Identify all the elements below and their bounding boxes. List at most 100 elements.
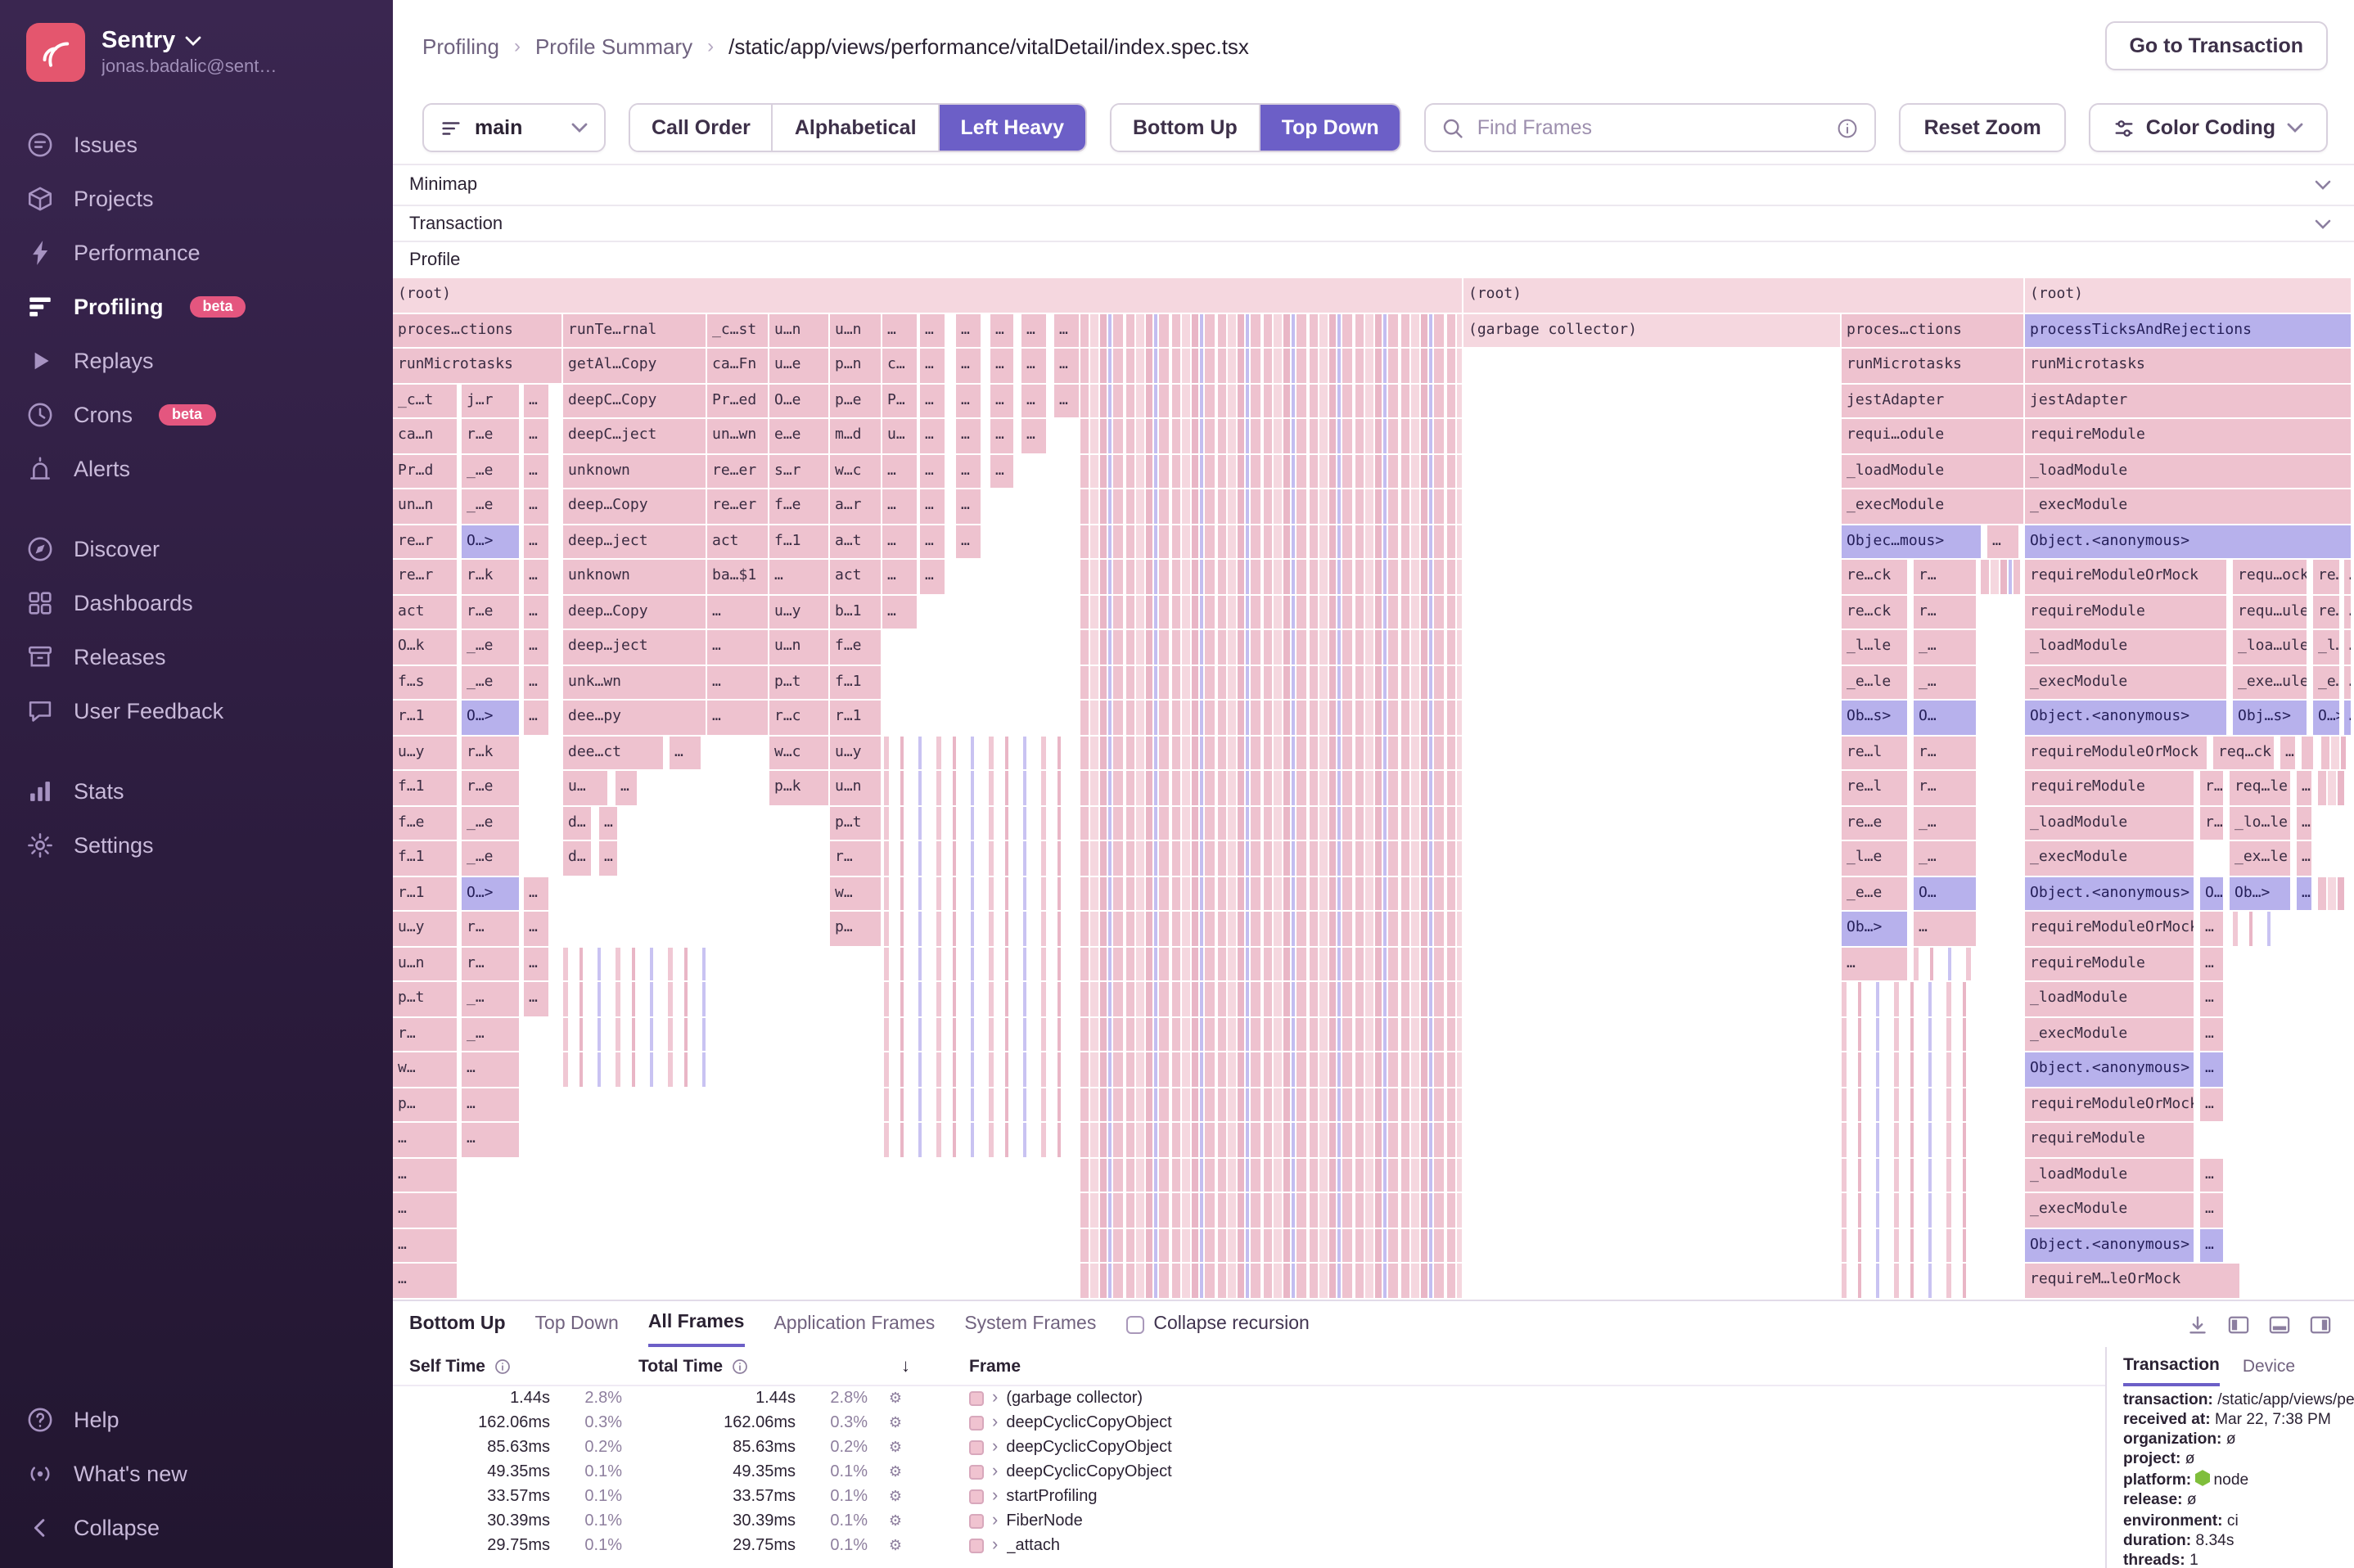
- flame-frame[interactable]: Pr…ed: [707, 384, 769, 418]
- flame-frame[interactable]: Object.<anonymous>: [2025, 1052, 2195, 1087]
- flame-frame[interactable]: requ…ule: [2233, 595, 2308, 629]
- top-down-button[interactable]: Top Down: [1260, 105, 1400, 151]
- flame-frame[interactable]: …: [2200, 1017, 2225, 1052]
- flame-frames-cluster[interactable]: [2321, 736, 2347, 770]
- flame-frame[interactable]: e…e: [769, 419, 830, 453]
- flame-frames-cluster[interactable]: [884, 736, 1077, 770]
- flame-frames-cluster[interactable]: [1080, 419, 1463, 453]
- thread-select[interactable]: main: [422, 103, 606, 152]
- flame-frame[interactable]: …: [1021, 313, 1048, 348]
- expand-icon[interactable]: ›: [992, 1512, 998, 1530]
- flame-frame[interactable]: …: [599, 841, 619, 876]
- flame-frames-cluster[interactable]: [884, 982, 1077, 1016]
- flame-frame[interactable]: deepC…Copy: [563, 384, 707, 418]
- bottom-up-button[interactable]: Bottom Up: [1112, 105, 1260, 151]
- flame-frame[interactable]: f…s: [393, 665, 458, 700]
- flame-frame[interactable]: f…1: [393, 771, 458, 805]
- flame-frame[interactable]: re…k: [2313, 560, 2341, 594]
- flame-frames-cluster[interactable]: [1080, 349, 1463, 383]
- column-frame[interactable]: Frame: [949, 1356, 2105, 1376]
- flame-frame[interactable]: re…ck: [1842, 560, 1909, 594]
- tab-system-frames[interactable]: System Frames: [964, 1301, 1096, 1347]
- frame-settings-icon[interactable]: ⚙: [868, 1390, 923, 1408]
- flame-frame[interactable]: requireModuleOrMock: [2025, 912, 2195, 946]
- flame-frame[interactable]: requireModuleOrMock: [2025, 560, 2228, 594]
- color-coding-button[interactable]: Color Coding: [2088, 103, 2328, 152]
- flame-frame[interactable]: p…n: [830, 349, 882, 383]
- flame-frame[interactable]: dee…ct: [563, 736, 665, 770]
- flame-frame[interactable]: deep…ject: [563, 525, 707, 559]
- flame-frame[interactable]: u…n: [769, 313, 830, 348]
- flame-frame[interactable]: w…c: [769, 736, 830, 770]
- sidebar-item-help[interactable]: Help: [0, 1393, 393, 1447]
- flame-frame[interactable]: …: [882, 313, 918, 348]
- flame-frames-cluster[interactable]: [1842, 1158, 1973, 1192]
- call-order-button[interactable]: Call Order: [630, 105, 773, 151]
- flame-frame[interactable]: un…n: [393, 489, 458, 524]
- expand-icon[interactable]: ›: [992, 1462, 998, 1481]
- flame-frame[interactable]: getAl…Copy: [563, 349, 707, 383]
- dock-right-icon[interactable]: [2310, 1313, 2331, 1335]
- flame-frames-cluster[interactable]: [1080, 736, 1463, 770]
- flame-frame[interactable]: …: [616, 771, 638, 805]
- go-to-transaction-button[interactable]: Go to Transaction: [2104, 21, 2328, 70]
- flame-frame[interactable]: requireM…leOrMock: [2025, 1264, 2241, 1298]
- flame-frames-cluster[interactable]: [1080, 489, 1463, 524]
- flame-frame[interactable]: u…n: [769, 630, 830, 665]
- flame-frame[interactable]: O…k: [393, 630, 458, 665]
- flame-frames-cluster[interactable]: [563, 947, 710, 981]
- flame-frame[interactable]: …: [956, 313, 982, 348]
- flame-frame[interactable]: re…er: [707, 489, 769, 524]
- flame-frames-cluster[interactable]: [1080, 1088, 1463, 1122]
- flame-frames-cluster[interactable]: [1080, 1017, 1463, 1052]
- flame-frames-cluster[interactable]: [1842, 1264, 1973, 1298]
- flame-frame[interactable]: f…e: [769, 489, 830, 524]
- flame-frame[interactable]: …: [990, 454, 1015, 489]
- flame-frame[interactable]: jestAdapter: [2025, 384, 2352, 418]
- flame-frame[interactable]: _…: [1914, 806, 1977, 840]
- flame-frame[interactable]: …: [956, 349, 982, 383]
- flame-frame[interactable]: …: [956, 384, 982, 418]
- flame-frame[interactable]: re…e: [2313, 595, 2341, 629]
- flame-frame[interactable]: u…n: [393, 947, 458, 981]
- sidebar-item-settings[interactable]: Settings: [0, 818, 393, 872]
- flame-frame[interactable]: Obj…s>: [2233, 701, 2308, 735]
- flame-frame[interactable]: u…y: [393, 736, 458, 770]
- flame-frame[interactable]: …: [1987, 525, 2020, 559]
- flame-frame[interactable]: …: [2344, 665, 2352, 700]
- flame-frames-cluster[interactable]: [1080, 630, 1463, 665]
- left-heavy-button[interactable]: Left Heavy: [939, 105, 1085, 151]
- flame-frame[interactable]: Object.<anonymous>: [2025, 1228, 2195, 1263]
- flame-frame[interactable]: r…e: [462, 771, 521, 805]
- flame-frame[interactable]: r…: [1914, 595, 1977, 629]
- flame-frames-cluster[interactable]: [1080, 384, 1463, 418]
- flame-frame[interactable]: requireModule: [2025, 595, 2228, 629]
- flame-frame[interactable]: u…y: [830, 736, 882, 770]
- flame-frame[interactable]: Ob…>: [1842, 912, 1909, 946]
- sidebar-item-stats[interactable]: Stats: [0, 764, 393, 818]
- search-input[interactable]: [1477, 116, 1824, 139]
- sidebar-item-dashboards[interactable]: Dashboards: [0, 576, 393, 630]
- flame-frame[interactable]: u…n: [830, 313, 882, 348]
- flame-frame[interactable]: runTe…rnal: [563, 313, 707, 348]
- flame-frames-cluster[interactable]: [2233, 912, 2282, 946]
- flame-frame[interactable]: …: [524, 947, 550, 981]
- flame-frame[interactable]: …: [2297, 841, 2313, 876]
- flame-frame[interactable]: _…e: [462, 489, 521, 524]
- flame-frame[interactable]: …: [524, 912, 550, 946]
- flame-frames-cluster[interactable]: [563, 1017, 710, 1052]
- expand-icon[interactable]: ›: [992, 1413, 998, 1432]
- flame-frame[interactable]: r…: [2200, 771, 2225, 805]
- flame-frame[interactable]: _execModule: [2025, 489, 2352, 524]
- flame-frame[interactable]: …: [956, 525, 982, 559]
- flame-frame[interactable]: …: [1842, 947, 1909, 981]
- flame-frame[interactable]: runMicrotasks: [1842, 349, 2025, 383]
- frame-settings-icon[interactable]: ⚙: [868, 1463, 923, 1481]
- flame-frame[interactable]: …: [707, 595, 769, 629]
- flame-frame[interactable]: r…k: [462, 560, 521, 594]
- flame-frame[interactable]: _e…e: [2313, 665, 2341, 700]
- flame-frame[interactable]: …: [956, 489, 982, 524]
- flame-frame[interactable]: s…r: [769, 454, 830, 489]
- flame-frame[interactable]: Ob…s>: [1842, 701, 1909, 735]
- flame-frame[interactable]: …: [2200, 1052, 2225, 1087]
